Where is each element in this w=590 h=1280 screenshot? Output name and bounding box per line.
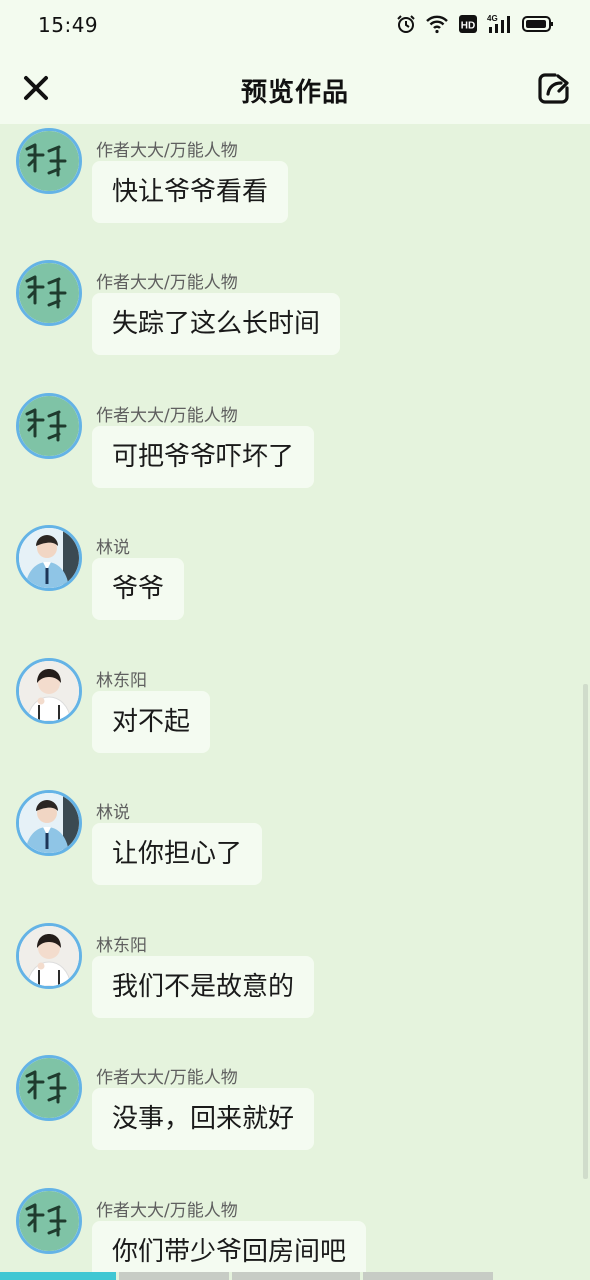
status-bar: 15:49 HD 4G: [0, 0, 590, 52]
avatar[interactable]: [16, 393, 82, 459]
network-label: 4G: [487, 14, 498, 23]
linshuo-avatar-icon: [19, 528, 79, 588]
message-item: 林东阳 对不起: [0, 658, 590, 790]
avatar[interactable]: [16, 658, 82, 724]
message-item: 林说 爷爷: [0, 525, 590, 657]
story-progress-bar: [0, 1272, 590, 1280]
message-item: 作者大大/万能人物 你们带少爷回房间吧: [0, 1188, 590, 1272]
wifi-icon: [426, 15, 448, 34]
message-bubble[interactable]: 让你担心了: [92, 823, 263, 885]
xin-avatar-icon: [19, 1058, 79, 1118]
chat-list[interactable]: 作者大大/万能人物 快让爷爷看看 作者大大/万能人物 失踪了这么长时间 作者大大…: [0, 124, 590, 1272]
avatar[interactable]: [16, 128, 82, 194]
message-item: 作者大大/万能人物 失踪了这么长时间: [0, 260, 590, 392]
avatar[interactable]: [16, 1188, 82, 1254]
message-bubble[interactable]: 爷爷: [92, 558, 185, 620]
avatar[interactable]: [16, 1055, 82, 1121]
lindongyang-avatar-icon: [19, 661, 79, 721]
avatar[interactable]: [16, 790, 82, 856]
message-bubble[interactable]: 没事，回来就好: [92, 1088, 315, 1150]
xin-avatar-icon: [19, 396, 79, 456]
progress-segment: [363, 1272, 493, 1280]
message-item: 作者大大/万能人物 没事，回来就好: [0, 1055, 590, 1187]
xin-avatar-icon: [19, 1191, 79, 1251]
header-bar: 预览作品: [0, 52, 590, 124]
message-item: 作者大大/万能人物 可把爷爷吓坏了: [0, 393, 590, 525]
message-bubble[interactable]: 我们不是故意的: [92, 956, 315, 1018]
hd-icon: HD: [459, 15, 477, 33]
avatar[interactable]: [16, 525, 82, 591]
sender-name: 作者大大/万能人物: [96, 141, 238, 161]
progress-segment: [119, 1272, 229, 1280]
sender-name: 林东阳: [96, 936, 147, 956]
lindongyang-avatar-icon: [19, 926, 79, 986]
xin-avatar-icon: [19, 131, 79, 191]
message-bubble[interactable]: 对不起: [92, 691, 211, 753]
battery-icon: [522, 16, 553, 32]
status-time: 15:49: [38, 13, 99, 37]
avatar[interactable]: [16, 923, 82, 989]
sender-name: 作者大大/万能人物: [96, 273, 238, 293]
message-bubble[interactable]: 快让爷爷看看: [92, 161, 289, 223]
progress-segment-current: [0, 1272, 116, 1280]
alarm-icon: [397, 15, 415, 33]
message-item: 林东阳 我们不是故意的: [0, 923, 590, 1055]
sender-name: 林说: [96, 538, 130, 558]
sender-name: 林东阳: [96, 671, 147, 691]
sender-name: 作者大大/万能人物: [96, 1201, 238, 1221]
linshuo-avatar-icon: [19, 793, 79, 853]
message-bubble[interactable]: 失踪了这么长时间: [92, 293, 341, 355]
hd-label: HD: [461, 21, 475, 32]
message-item: 作者大大/万能人物 快让爷爷看看: [0, 128, 590, 260]
xin-avatar-icon: [19, 263, 79, 323]
message-bubble[interactable]: 你们带少爷回房间吧: [92, 1221, 367, 1272]
share-icon[interactable]: [536, 70, 572, 106]
signal-4g-icon: 4G: [487, 14, 510, 33]
progress-segment: [232, 1272, 360, 1280]
sender-name: 作者大大/万能人物: [96, 406, 238, 426]
message-bubble[interactable]: 可把爷爷吓坏了: [92, 426, 315, 488]
page-title: 预览作品: [240, 78, 349, 108]
sender-name: 林说: [96, 803, 130, 823]
message-item: 林说 让你担心了: [0, 790, 590, 922]
scrollbar-thumb[interactable]: [583, 684, 588, 1179]
avatar[interactable]: [16, 260, 82, 326]
sender-name: 作者大大/万能人物: [96, 1068, 238, 1088]
